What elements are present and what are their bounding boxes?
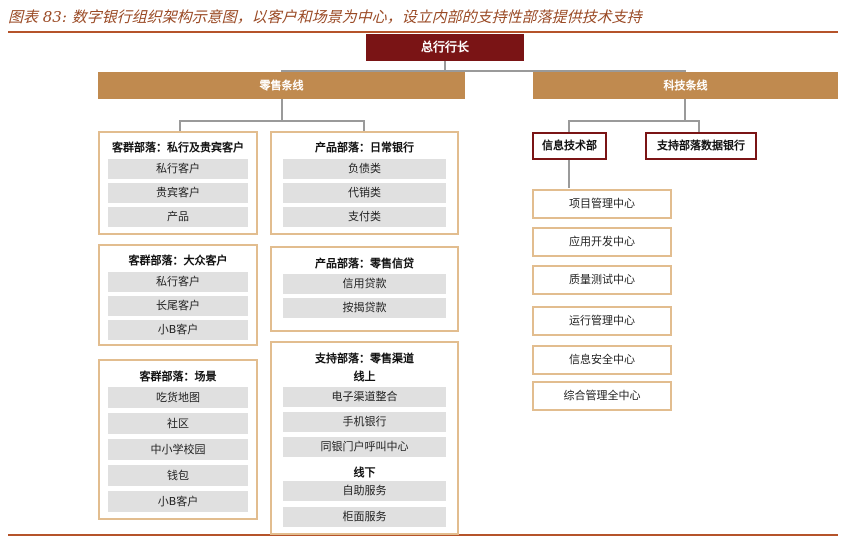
connector	[281, 99, 283, 121]
list-item: 私行客户	[108, 272, 248, 292]
list-item: 中小学校园	[108, 439, 248, 460]
support-data-bank-dept: 支持部落数据银行	[645, 132, 757, 160]
tech-line-bar: 科技条线	[533, 72, 838, 99]
list-item: 自助服务	[283, 481, 446, 501]
connector	[698, 120, 700, 132]
list-item: 电子渠道整合	[283, 387, 446, 407]
connector	[568, 120, 700, 122]
connector	[179, 120, 365, 122]
top-divider	[8, 31, 838, 33]
tech-center: 质量测试中心	[532, 265, 672, 295]
list-item: 钱包	[108, 465, 248, 486]
list-item: 吃货地图	[108, 387, 248, 408]
retail-line-bar: 零售条线	[98, 72, 465, 99]
list-item: 负债类	[283, 159, 446, 179]
online-heading: 线上	[353, 370, 376, 383]
list-item: 小B客户	[108, 320, 248, 340]
panel-retail-channels: 支持部落：零售渠道 线上 电子渠道整合 手机银行 同银门户呼叫中心 线下 自助服…	[270, 341, 459, 535]
panel-daily-banking: 产品部落：日常银行 负债类 代销类 支付类	[270, 131, 459, 235]
list-item: 信用贷款	[283, 274, 446, 294]
panel-title: 客群部落：场景	[139, 370, 217, 383]
list-item: 同银门户呼叫中心	[283, 437, 446, 457]
tech-center: 项目管理中心	[532, 189, 672, 219]
panel-title: 产品部落：零售信贷	[315, 257, 414, 270]
list-item: 柜面服务	[283, 507, 446, 527]
panel-title: 支持部落：零售渠道	[315, 352, 414, 365]
panel-title: 客群部落：大众客户	[128, 254, 228, 267]
list-item: 手机银行	[283, 412, 446, 432]
list-item: 贵宾客户	[108, 183, 248, 203]
connector	[568, 160, 570, 188]
tech-center: 信息安全中心	[532, 345, 672, 375]
panel-retail-credit: 产品部落：零售信贷 信用贷款 按揭贷款	[270, 246, 459, 332]
panel-title: 产品部落：日常银行	[315, 141, 414, 154]
list-item: 支付类	[283, 207, 446, 227]
list-item: 社区	[108, 413, 248, 434]
offline-heading: 线下	[353, 466, 376, 479]
list-item: 私行客户	[108, 159, 248, 179]
panel-mass-customers: 客群部落：大众客户 私行客户 长尾客户 小B客户	[98, 244, 258, 346]
list-item: 小B客户	[108, 491, 248, 512]
panel-private-banking: 客群部落：私行及贵宾客户 私行客户 贵宾客户 产品	[98, 131, 258, 235]
panel-title: 客群部落：私行及贵宾客户	[112, 141, 244, 154]
list-item: 产品	[108, 207, 248, 227]
panel-scenes: 客群部落：场景 吃货地图 社区 中小学校园 钱包 小B客户	[98, 359, 258, 520]
connector	[568, 120, 570, 132]
info-tech-dept: 信息技术部	[532, 132, 607, 160]
connector	[684, 99, 686, 121]
list-item: 长尾客户	[108, 296, 248, 316]
tech-center: 应用开发中心	[532, 227, 672, 257]
tech-center: 运行管理中心	[532, 306, 672, 336]
list-item: 按揭贷款	[283, 298, 446, 318]
list-item: 代销类	[283, 183, 446, 203]
tech-center: 综合管理全中心	[532, 381, 672, 411]
president-node: 总行行长	[366, 34, 524, 61]
figure-title: 图表 83: 数字银行组织架构示意图，以客户和场景为中心，设立内部的支持性部落提…	[8, 8, 642, 26]
